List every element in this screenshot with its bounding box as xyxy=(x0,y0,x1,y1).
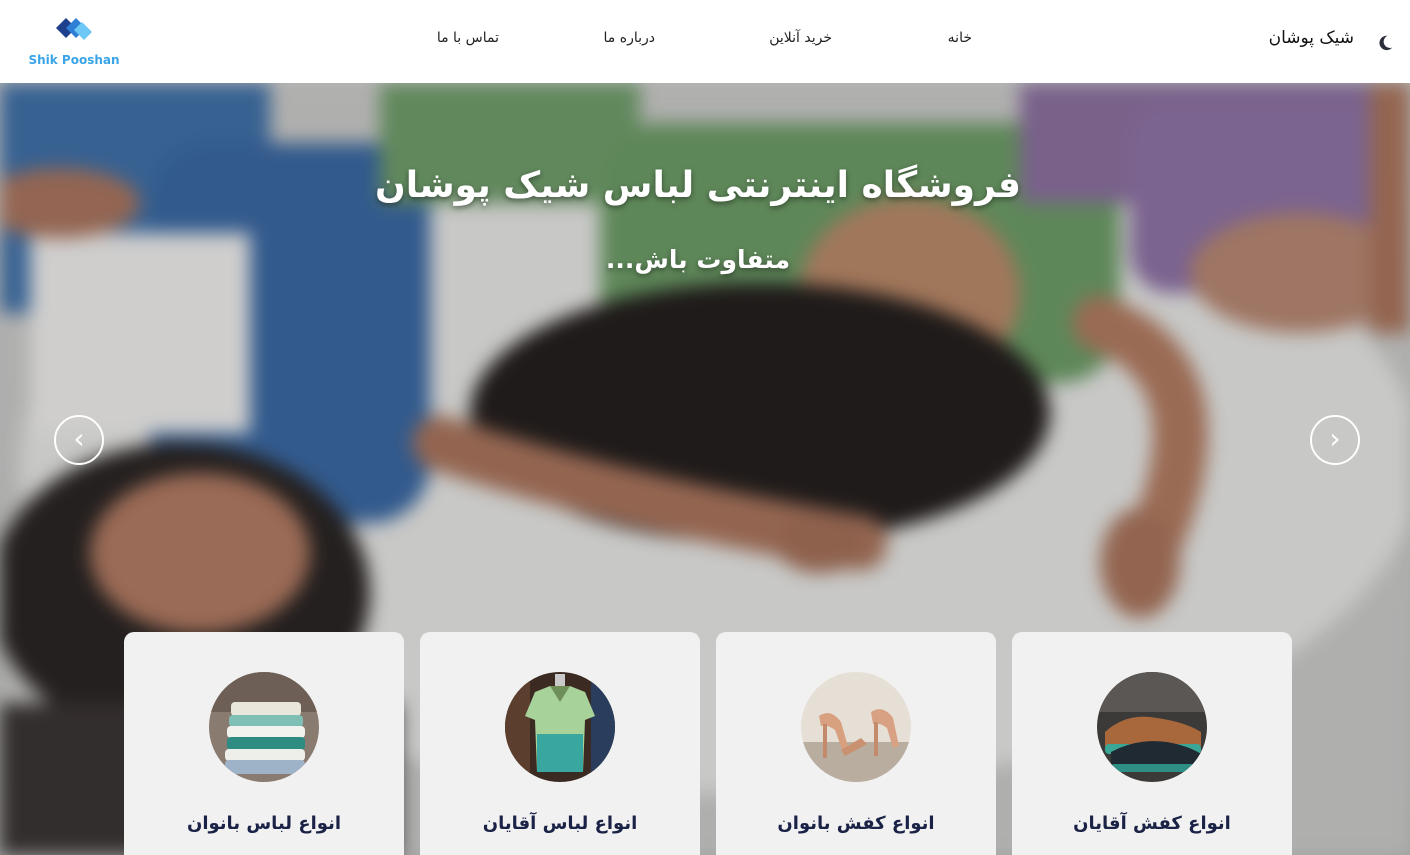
hero-slider: فروشگاه اینترنتی لباس شیک پوشان متفاوت ب… xyxy=(0,83,1410,855)
category-label: انواع کفش آقایان xyxy=(1073,813,1231,834)
brand-name[interactable]: شیک پوشان xyxy=(1269,28,1354,48)
category-card-women-shoes[interactable]: انواع کفش بانوان xyxy=(716,632,996,855)
folded-clothes-image xyxy=(209,672,319,782)
category-label: انواع لباس آقایان xyxy=(482,813,638,834)
chevron-left-icon: ‹ xyxy=(73,422,85,455)
chevron-right-icon: › xyxy=(1329,422,1341,455)
hero-subtitle: متفاوت باش... xyxy=(605,245,791,274)
heels-image xyxy=(801,672,911,782)
main-nav: خانه خرید آنلاین درباره ما تماس با ما xyxy=(0,30,1410,54)
category-card-men-clothes[interactable]: انواع لباس آقایان xyxy=(420,632,700,855)
category-label: انواع کفش بانوان xyxy=(777,813,935,834)
hero-title: فروشگاه اینترنتی لباس شیک پوشان xyxy=(375,165,1021,206)
nav-about-us[interactable]: درباره ما xyxy=(604,30,655,46)
slider-next-button[interactable]: › xyxy=(1310,415,1360,465)
site-header: Shik Pooshan خانه خرید آنلاین درباره ما … xyxy=(0,0,1410,83)
shoes-image xyxy=(1097,672,1207,782)
shirt-image xyxy=(505,672,615,782)
category-label: انواع لباس بانوان xyxy=(186,813,341,834)
category-card-women-clothes[interactable]: انواع لباس بانوان xyxy=(124,632,404,855)
nav-online-shop[interactable]: خرید آنلاین xyxy=(769,30,832,46)
moon-icon[interactable] xyxy=(1376,34,1394,52)
nav-home[interactable]: خانه xyxy=(948,30,972,46)
slider-prev-button[interactable]: ‹ xyxy=(54,415,104,465)
nav-contact-us[interactable]: تماس با ما xyxy=(437,30,499,46)
logo-text: Shik Pooshan xyxy=(28,53,120,67)
category-card-men-shoes[interactable]: انواع کفش آقایان xyxy=(1012,632,1292,855)
